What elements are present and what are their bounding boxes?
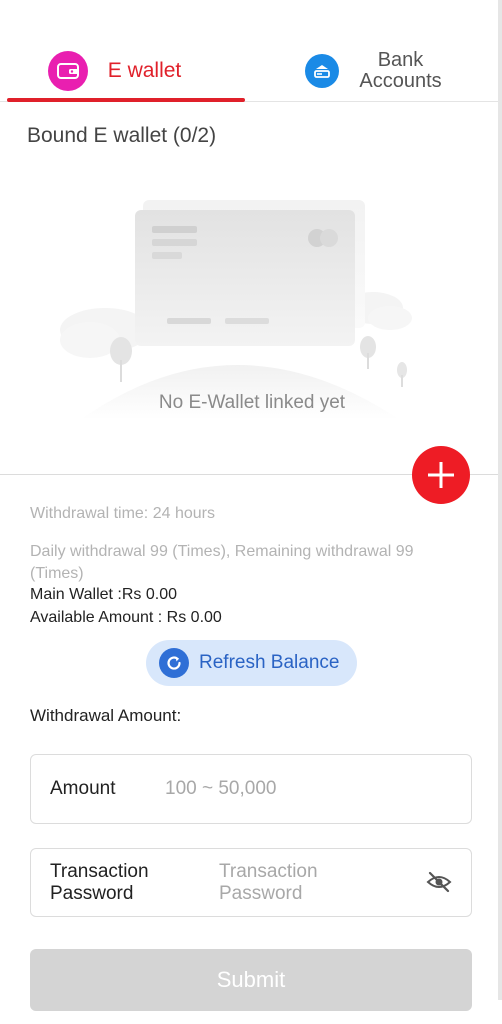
plus-icon	[428, 462, 454, 488]
eye-off-icon[interactable]	[426, 871, 452, 898]
tab-ewallet[interactable]: E wallet	[0, 40, 249, 102]
add-ewallet-button[interactable]	[412, 446, 470, 504]
withdrawal-amount-heading: Withdrawal Amount:	[30, 706, 182, 725]
transaction-password-label: Transaction Password	[50, 861, 149, 905]
submit-label: Submit	[216, 967, 286, 992]
amount-field: Amount	[30, 754, 472, 824]
tab-bank-label: Bank Accounts	[359, 48, 442, 92]
transaction-password-field: Transaction Password Transaction Passwor…	[30, 848, 472, 917]
transaction-password-placeholder-line1: Transaction	[219, 860, 318, 882]
refresh-balance-label: Refresh Balance	[199, 652, 340, 673]
transaction-password-placeholder-line2: Password	[219, 882, 303, 904]
empty-state-text: No E-Wallet linked yet	[158, 392, 346, 413]
tab-bank-label-line2: Accounts	[359, 69, 442, 92]
transaction-password-label-line1: Transaction	[50, 860, 149, 882]
transaction-password-label-line2: Password	[50, 882, 134, 904]
available-amount: Available Amount : Rs 0.00	[30, 609, 222, 626]
refresh-icon	[159, 648, 189, 678]
wallet-tabs: E wallet Bank Accounts	[0, 40, 498, 102]
active-tab-indicator	[7, 98, 245, 102]
transaction-password-input[interactable]: Transaction Password	[219, 861, 409, 905]
main-wallet-balance: Main Wallet :Rs 0.00	[30, 586, 178, 603]
bank-card-icon	[305, 53, 340, 88]
amount-input[interactable]	[165, 778, 445, 800]
tab-bank-label-line1: Bank	[377, 48, 424, 71]
wallet-icon	[47, 50, 88, 91]
refresh-balance-button[interactable]: Refresh Balance	[146, 640, 357, 686]
withdrawal-time: Withdrawal time: 24 hours	[30, 505, 215, 522]
submit-button[interactable]: Submit	[30, 949, 472, 1011]
bound-ewallet-title: Bound E wallet (0/2)	[27, 124, 217, 147]
daily-withdrawal-limit: Daily withdrawal 99 (Times), Remaining w…	[30, 543, 414, 582]
tab-ewallet-label: E wallet	[107, 58, 182, 82]
amount-label: Amount	[50, 778, 116, 799]
scrollbar[interactable]	[498, 0, 502, 1000]
tab-bank-accounts[interactable]: Bank Accounts	[249, 40, 498, 101]
